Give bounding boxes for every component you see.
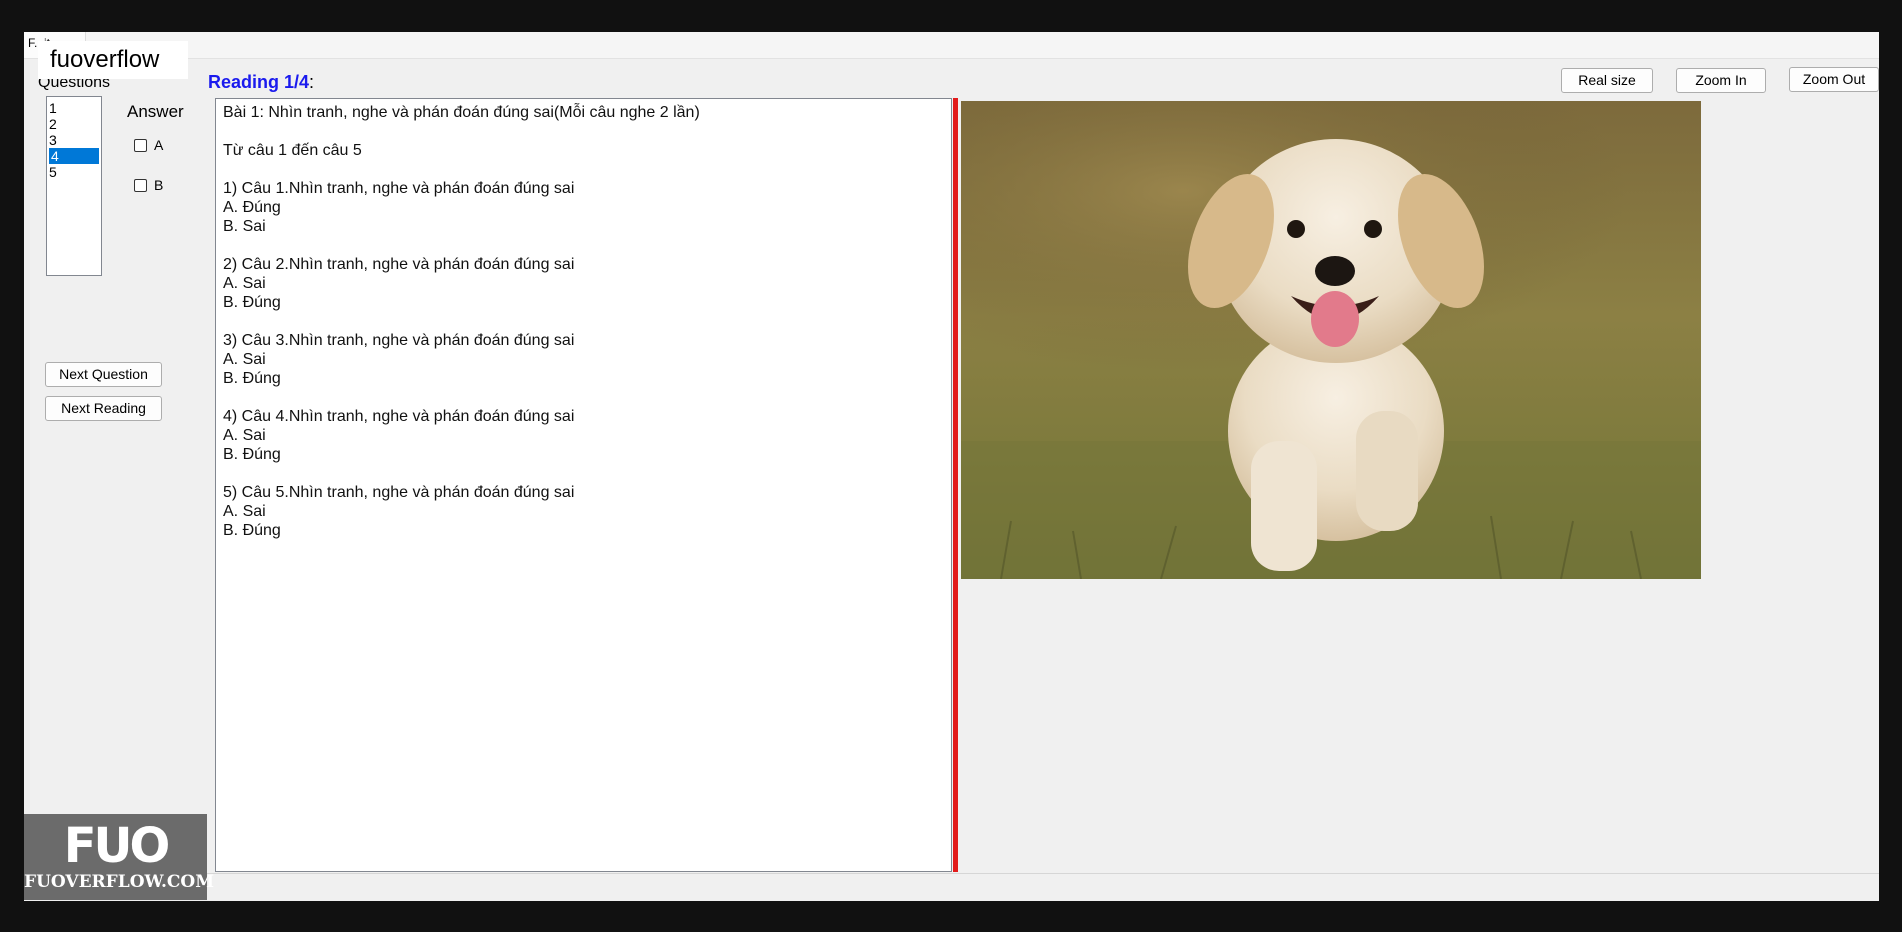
reading-line: 1) Câu 1.Nhìn tranh, nghe và phán đoán đ… <box>223 180 575 197</box>
question-item-4[interactable]: 4 <box>49 148 99 164</box>
reading-line <box>223 160 944 179</box>
reading-line: A. Đúng <box>223 199 281 216</box>
reading-line <box>223 312 944 331</box>
zoom-out-button[interactable]: Zoom Out <box>1789 67 1879 92</box>
reading-text-box[interactable]: Bài 1: Nhìn tranh, nghe và phán đoán đún… <box>215 98 952 872</box>
choice-b-label: B <box>154 177 164 193</box>
reading-title: Reading 1/4: <box>208 72 314 93</box>
reading-line: 4) Câu 4.Nhìn tranh, nghe và phán đoán đ… <box>223 408 575 425</box>
puppy-photo <box>961 101 1701 579</box>
reading-line <box>223 236 944 255</box>
question-item-5[interactable]: 5 <box>47 164 101 180</box>
next-reading-button[interactable]: Next Reading <box>45 396 162 421</box>
choice-a-checkbox[interactable] <box>134 138 147 152</box>
status-bar <box>24 873 1879 901</box>
reading-line: B. Đúng <box>223 294 281 311</box>
logo-site: FUOVERFLOW.COM <box>24 872 215 892</box>
reading-line: A. Sai <box>223 503 266 520</box>
choice-a[interactable]: A <box>134 137 163 153</box>
real-size-button[interactable]: Real size <box>1561 68 1653 93</box>
question-item-3[interactable]: 3 <box>47 132 101 148</box>
reading-line <box>223 388 944 407</box>
reading-line: B. Đúng <box>223 522 281 539</box>
reading-title-text: Reading 1/4 <box>208 72 310 92</box>
reading-line: 5) Câu 5.Nhìn tranh, nghe và phán đoán đ… <box>223 484 575 501</box>
menu-bar: F...it <box>24 32 1879 59</box>
logo-mark: FUO <box>63 818 171 874</box>
reading-line: B. Sai <box>223 218 266 235</box>
reading-line: B. Đúng <box>223 370 281 387</box>
answer-label: Answer <box>127 102 184 121</box>
reading-line: Bài 1: Nhìn tranh, nghe và phán đoán đún… <box>223 104 700 121</box>
watermark-label: fuoverflow <box>38 41 188 79</box>
question-item-2[interactable]: 2 <box>47 116 101 132</box>
reading-line: B. Đúng <box>223 446 281 463</box>
choice-a-label: A <box>154 137 164 153</box>
next-question-button[interactable]: Next Question <box>45 362 162 387</box>
reading-line <box>223 122 944 141</box>
reading-line: Từ câu 1 đến câu 5 <box>223 142 362 159</box>
reading-line <box>223 464 944 483</box>
choice-b[interactable]: B <box>134 177 163 193</box>
question-item-1[interactable]: 1 <box>47 100 101 116</box>
choice-b-checkbox[interactable] <box>134 178 147 192</box>
fuoverflow-logo: FUO FUOVERFLOW.COM <box>24 814 215 900</box>
zoom-in-button[interactable]: Zoom In <box>1676 68 1766 93</box>
reading-line: 2) Câu 2.Nhìn tranh, nghe và phán đoán đ… <box>223 256 575 273</box>
reading-line: A. Sai <box>223 275 266 292</box>
reading-line: A. Sai <box>223 351 266 368</box>
reading-title-colon: : <box>309 72 315 92</box>
question-list[interactable]: 1 2 3 4 5 <box>46 96 102 276</box>
reading-line: 3) Câu 3.Nhìn tranh, nghe và phán đoán đ… <box>223 332 575 349</box>
reading-line: A. Sai <box>223 427 266 444</box>
image-viewer[interactable] <box>958 98 1879 872</box>
exam-window: F...it fuoverflow Questions 1 2 3 4 5 An… <box>24 32 1879 901</box>
